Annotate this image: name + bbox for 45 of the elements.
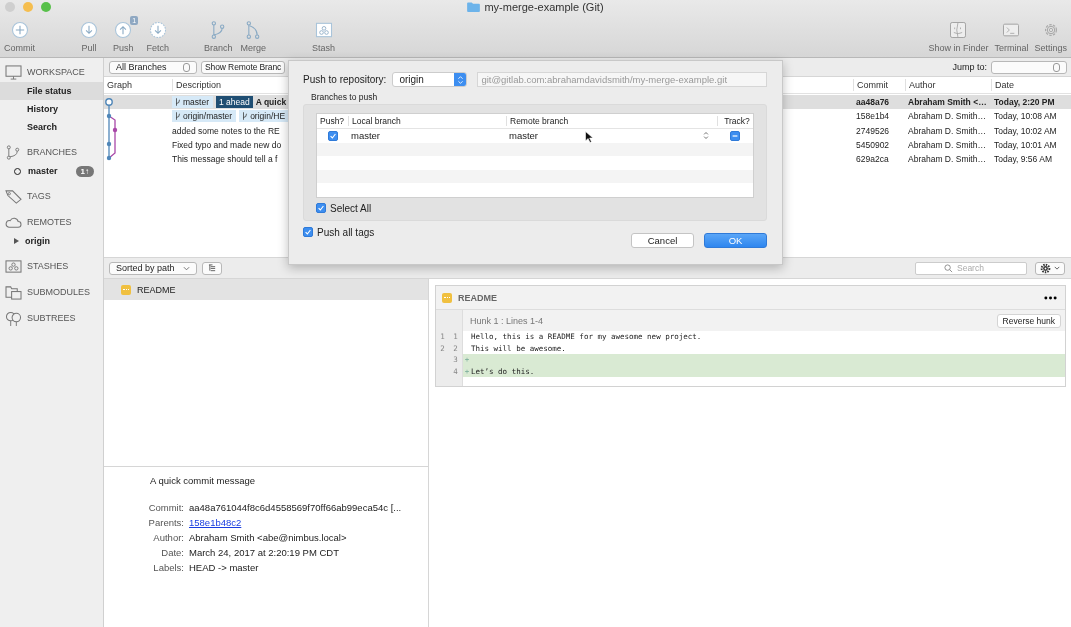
commit-hash: aa48a76 [855,97,891,108]
detail-value: aa48a761044f8c6d4558569f70ff66ab99eca54c [... [189,501,402,514]
detail-value: HEAD -> master [189,561,260,574]
commit-message: A quick [255,97,287,108]
commit-hash: 629a2ca [855,154,890,165]
detail-label: Author: [152,531,184,544]
branch-label: master [172,96,213,109]
commit-author: Abraham D. Smith… [907,154,987,165]
commit-message: A quick commit message [150,475,257,486]
commit-date: Today, 9:56 AM [993,154,1053,165]
column-header: Push? [319,116,346,126]
commit-author: Abraham D. Smith… [907,111,987,122]
branch-label: origin/master [172,110,237,123]
commit-message: This message should tell a f [172,154,278,165]
branches-to-push-label: Branches to push [311,92,379,102]
detail-value: Abraham Smith <abe@nimbus.local> [189,531,348,544]
commit-date: Today, 2:20 PM [993,97,1056,108]
ahead-count-badge: 1↑ [75,165,94,177]
hunk-title: Hunk 1 : Lines 1-4 [469,315,544,326]
commit-hash: 2749526 [855,125,891,136]
commit-date: Today, 10:01 AM [993,140,1058,151]
commit-message: Fixed typo and made new do [172,140,282,151]
detail-label: Parents: [147,516,184,529]
branch-name: master [28,166,58,176]
ahead-badge: 1 ahead [216,96,253,109]
commit-author: Abraham Smith <… [907,97,988,108]
branch-label: origin/HE [239,110,290,123]
commit-date: Today, 10:08 AM [993,111,1058,122]
detail-label: Date: [160,546,184,559]
window-title: my-merge-example (Git) [484,1,604,13]
diff-file-name: README [458,292,497,303]
commit-hash: 158e1b4 [855,111,891,122]
detail-value: March 24, 2017 at 2:20:19 PM CDT [189,546,340,559]
column-header: Local branch [348,116,506,126]
column-header: Track? [717,116,753,126]
repository-label: Push to repository: [303,74,387,85]
commit-author: Abraham D. Smith… [907,125,987,136]
detail-label: Labels: [152,561,184,574]
commit-author: Abraham D. Smith… [907,140,987,151]
jump-to-label: Jump to: [952,62,987,72]
detail-label: Commit: [147,501,184,514]
local-branch-name: master [350,130,382,142]
column-header: Remote branch [506,116,717,126]
commit-message: added some notes to the RE [172,125,280,136]
commit-hash: 5450902 [855,140,891,151]
